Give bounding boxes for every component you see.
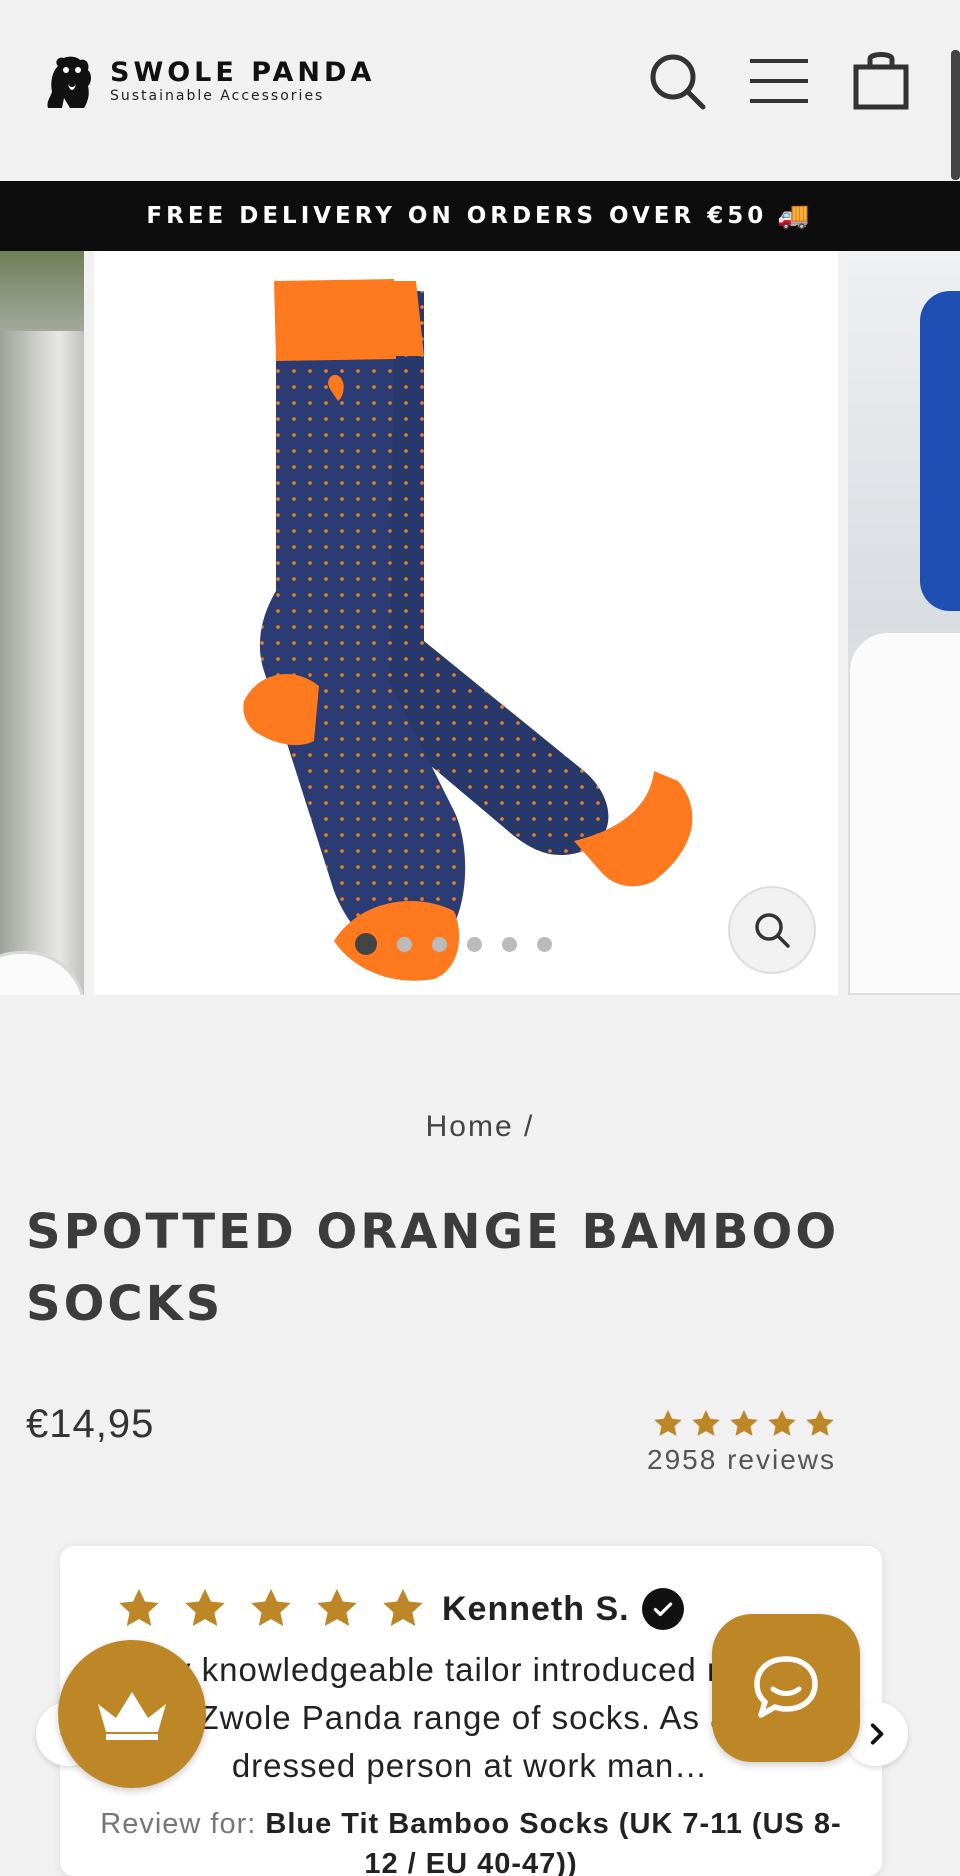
- breadcrumb: Home /: [0, 1110, 960, 1144]
- gallery-dot[interactable]: [537, 936, 552, 952]
- gallery-slide-active[interactable]: [94, 251, 838, 995]
- hamburger-menu-icon: [750, 59, 808, 103]
- loyalty-rewards-button[interactable]: [58, 1640, 206, 1788]
- star-icon: [317, 1588, 357, 1627]
- cart-button[interactable]: [848, 48, 914, 114]
- star-icon: [185, 1588, 225, 1627]
- star-icon: [119, 1588, 159, 1627]
- review-header: Kenneth S.: [116, 1586, 684, 1632]
- gallery-pagination: [355, 933, 552, 955]
- promo-banner: FREE DELIVERY ON ORDERS OVER €50 🚚: [0, 181, 960, 251]
- product-price: €14,95: [26, 1402, 155, 1446]
- brand-name: SWOLE PANDA: [110, 57, 376, 88]
- zoom-button[interactable]: [728, 886, 816, 974]
- menu-button[interactable]: [746, 48, 812, 114]
- shopping-bag-icon: [853, 52, 909, 110]
- panda-logo-icon: [47, 56, 91, 108]
- product-image: [243, 279, 693, 981]
- breadcrumb-separator: /: [524, 1110, 535, 1143]
- product-title: SPOTTED ORANGE BAMBOO SOCKS: [26, 1204, 840, 1332]
- search-icon: [650, 54, 706, 110]
- magnifier-icon: [755, 913, 790, 948]
- reviews-count-link[interactable]: 2958 reviews: [647, 1444, 836, 1476]
- scrollbar-thumb[interactable]: [951, 50, 960, 180]
- star-icon: [730, 1410, 758, 1436]
- verified-check-icon: [641, 1588, 684, 1630]
- breadcrumb-home-link[interactable]: Home: [426, 1110, 514, 1143]
- star-icon: [768, 1410, 796, 1436]
- promo-text: FREE DELIVERY ON ORDERS OVER €50: [146, 203, 768, 229]
- brand-tagline: Sustainable Accessories: [110, 88, 325, 104]
- chat-bubble-icon: [754, 1656, 818, 1718]
- review-for-product-link[interactable]: Blue Tit Bamboo Socks (UK 7-11 (US 8-12 …: [265, 1808, 841, 1876]
- star-icon: [383, 1588, 423, 1627]
- chat-button[interactable]: [712, 1614, 860, 1762]
- star-icon: [692, 1410, 720, 1436]
- product-rating[interactable]: 2958 reviews: [636, 1408, 836, 1476]
- gallery-slide-previous[interactable]: [0, 251, 84, 995]
- gallery-dot[interactable]: [467, 936, 482, 952]
- brand-logo[interactable]: SWOLE PANDA Sustainable Accessories: [44, 52, 375, 110]
- chevron-right-icon: [870, 1723, 884, 1745]
- star-icon: [806, 1410, 834, 1436]
- search-button[interactable]: [644, 48, 710, 114]
- star-icon: [654, 1410, 682, 1436]
- rating-stars: [652, 1408, 836, 1440]
- review-for-label: Review for:: [100, 1808, 257, 1840]
- reviewer-name: Kenneth S.: [442, 1589, 630, 1628]
- gallery-slide-next[interactable]: [848, 251, 960, 995]
- review-stars: [116, 1586, 426, 1632]
- gallery-dot[interactable]: [502, 936, 517, 952]
- gallery-dot[interactable]: [432, 936, 447, 952]
- crown-icon: [98, 1692, 166, 1740]
- gallery-dot[interactable]: [355, 933, 377, 955]
- gallery-dot[interactable]: [397, 936, 412, 952]
- star-icon: [251, 1588, 291, 1627]
- review-for: Review for: Blue Tit Bamboo Socks (UK 7-…: [100, 1804, 842, 1876]
- site-header: SWOLE PANDA Sustainable Accessories: [0, 0, 960, 181]
- delivery-truck-icon: 🚚: [777, 201, 814, 231]
